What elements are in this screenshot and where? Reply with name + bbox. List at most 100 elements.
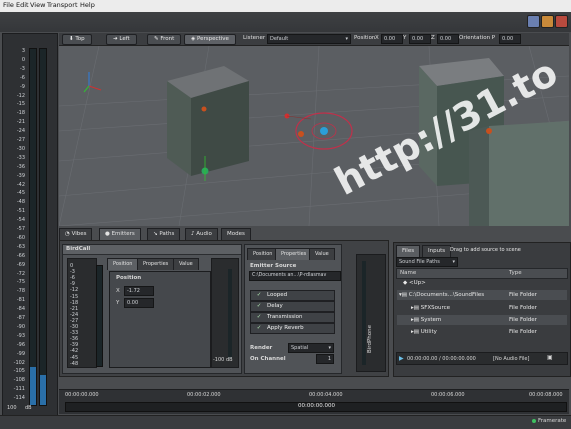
tab-audio[interactable]: ♪ Audio bbox=[185, 228, 218, 240]
check-icon: ✓ bbox=[256, 325, 262, 331]
play-icon[interactable]: ▶ bbox=[399, 355, 404, 362]
tab-vibes[interactable]: ◔ Vibes bbox=[59, 228, 93, 240]
list-item[interactable]: ▾▤ C:\Documents...\SoundFiles File Folder bbox=[397, 290, 567, 300]
emitter-source-path[interactable]: C:\Documents an...\P-rdlasmav bbox=[249, 271, 341, 281]
minimize-icon[interactable] bbox=[541, 15, 554, 28]
col-name[interactable]: Name bbox=[400, 270, 416, 276]
check-icon: ✓ bbox=[256, 314, 262, 320]
emitter-scale-label: -48 bbox=[70, 360, 79, 367]
tab-vibes-label: Vibes bbox=[71, 231, 87, 237]
menu-bar: File Edit View Transport Help bbox=[0, 0, 571, 12]
meter-scale-label: -90 bbox=[16, 323, 25, 330]
meter-scale-label: -36 bbox=[16, 163, 25, 170]
3d-viewport[interactable]: http://31.to bbox=[59, 46, 569, 226]
list-item[interactable]: ◆ <Up> bbox=[397, 278, 567, 288]
meter-scale-label: -54 bbox=[16, 217, 25, 224]
timeline-tick: 00:00:08.000 bbox=[529, 392, 563, 398]
chevron-down-icon: ▾ bbox=[345, 36, 348, 42]
player-time: 00:00:00.00 / 00:00:00.000 bbox=[407, 356, 476, 362]
emitter-x-input[interactable]: -1.72 bbox=[124, 286, 154, 296]
looped-toggle[interactable]: ✓ Looped bbox=[250, 290, 335, 301]
chevron-down-icon: ▾ bbox=[328, 345, 331, 351]
delay-toggle[interactable]: ✓ Delay bbox=[250, 301, 335, 312]
meter-bottom-value: 100 bbox=[7, 405, 17, 411]
source-subtab-properties[interactable]: Properties bbox=[275, 248, 313, 260]
tab-modes[interactable]: Modes bbox=[221, 228, 251, 240]
file-name: Utility bbox=[420, 329, 437, 335]
list-item[interactable]: ▸▤ System File Folder bbox=[397, 315, 567, 325]
listener-x-input[interactable]: 0.00 bbox=[381, 34, 403, 44]
channel-input[interactable]: 1 bbox=[316, 354, 334, 364]
emitter-scale-label: -24 bbox=[70, 311, 79, 318]
birdphone-label: BirdPhone bbox=[367, 325, 373, 353]
listener-select[interactable]: Default ▾ bbox=[267, 34, 351, 44]
menu-edit[interactable]: Edit bbox=[16, 1, 29, 9]
timeline[interactable]: 00:00:00.000 00:00:02.000 00:00:04.000 0… bbox=[59, 389, 569, 414]
file-name: <Up> bbox=[408, 280, 426, 286]
tab-emitters-label: Emitters bbox=[111, 231, 135, 237]
player-file: [No Audio File] bbox=[493, 356, 530, 362]
load-file-icon[interactable]: ▣ bbox=[547, 354, 553, 361]
source-subtabs: Position Properties Value bbox=[247, 248, 339, 260]
panel-tabs: ◔ Vibes ● Emitters ↘ Paths ♪ Audio Modes bbox=[59, 228, 359, 240]
listener-value: Default bbox=[270, 36, 289, 42]
list-item[interactable]: ▸▤ SFXSource File Folder bbox=[397, 303, 567, 313]
master-meter-panel: 3 0 -3 -6 -9 -12 -15 -18 -21 -24 -27 -30 -33 -36 -39 -4… bbox=[2, 33, 58, 417]
emitter-meter-scale: 0 -3 -6 -9 -12 -15 -18 -21 -24 -27 -30 -33 -36 -39 -42… bbox=[67, 258, 97, 368]
emitter-scale-label: -42 bbox=[70, 348, 79, 355]
meter-scale-label: -45 bbox=[16, 190, 25, 197]
emitter-y-input[interactable]: 0.00 bbox=[124, 298, 154, 308]
meter-scale-label: -33 bbox=[16, 154, 25, 161]
timeline-track[interactable]: 00:00:00.000 bbox=[65, 402, 567, 412]
view-front-button[interactable]: ✎ Front bbox=[147, 34, 182, 45]
meter-right-channel bbox=[39, 48, 47, 406]
col-type[interactable]: Type bbox=[509, 270, 522, 276]
folder-icon: ▸▤ bbox=[411, 317, 421, 323]
menu-file[interactable]: File bbox=[3, 1, 14, 9]
tab-paths[interactable]: ↘ Paths bbox=[147, 228, 181, 240]
close-icon[interactable] bbox=[555, 15, 568, 28]
meter-scale-label: 0 bbox=[21, 56, 25, 63]
source-subtab-value[interactable]: Value bbox=[309, 248, 335, 260]
listener-z-input[interactable]: 0.00 bbox=[437, 34, 459, 44]
list-item[interactable]: ▸▤ Utility File Folder bbox=[397, 327, 567, 337]
subtab-properties[interactable]: Properties bbox=[137, 258, 175, 270]
tab-files[interactable]: Files bbox=[396, 245, 421, 257]
tab-inputs[interactable]: Inputs bbox=[422, 245, 452, 257]
position-section: Position X -1.72 Y 0.00 bbox=[109, 271, 211, 368]
view-top-button[interactable]: ⬇ Top bbox=[62, 34, 92, 45]
orientation-input[interactable]: 0.00 bbox=[499, 34, 521, 44]
menu-help[interactable]: Help bbox=[80, 1, 95, 9]
menu-view[interactable]: View bbox=[30, 1, 45, 9]
apply-reverb-toggle[interactable]: ✓ Apply Reverb bbox=[250, 323, 335, 334]
view-perspective-button[interactable]: ◈ Perspective bbox=[184, 34, 236, 45]
meter-scale-label: -96 bbox=[16, 341, 25, 348]
timeline-tick: 00:00:00.000 bbox=[65, 392, 99, 398]
menu-transport[interactable]: Transport bbox=[47, 1, 78, 9]
transmission-toggle[interactable]: ✓ Transmission bbox=[250, 312, 335, 323]
emitter-scale-label: -39 bbox=[70, 342, 79, 349]
meter-scale-label: -78 bbox=[16, 288, 25, 295]
meter-scale-label: -99 bbox=[16, 350, 25, 357]
back-block bbox=[469, 121, 569, 226]
current-time: 00:00:00.000 bbox=[298, 403, 335, 409]
meter-scale-label: -30 bbox=[16, 145, 25, 152]
subtab-value[interactable]: Value bbox=[173, 258, 199, 270]
status-bar: Framerate bbox=[0, 415, 571, 429]
listener-y-input[interactable]: 0.00 bbox=[409, 34, 431, 44]
file-path-filter[interactable]: Sound File Paths ▾ bbox=[396, 257, 458, 267]
emitter-scale-label: -12 bbox=[70, 287, 79, 294]
tab-emitters[interactable]: ● Emitters bbox=[99, 228, 141, 240]
scene-canvas[interactable]: http://31.to bbox=[59, 46, 569, 226]
render-label: Render bbox=[250, 345, 273, 351]
subtab-position[interactable]: Position bbox=[107, 258, 139, 270]
restore-icon[interactable] bbox=[527, 15, 540, 28]
emitter-meter-bar bbox=[96, 265, 103, 367]
source-subtab-position[interactable]: Position bbox=[247, 248, 279, 260]
meter-scale-label: -75 bbox=[16, 279, 25, 286]
view-left-label: Left bbox=[119, 36, 130, 42]
render-select[interactable]: Spatial ▾ bbox=[288, 343, 334, 353]
view-left-button[interactable]: ➜ Left bbox=[106, 34, 137, 45]
meter-scale-label: -51 bbox=[16, 208, 25, 215]
emitter-node-small bbox=[201, 106, 207, 112]
